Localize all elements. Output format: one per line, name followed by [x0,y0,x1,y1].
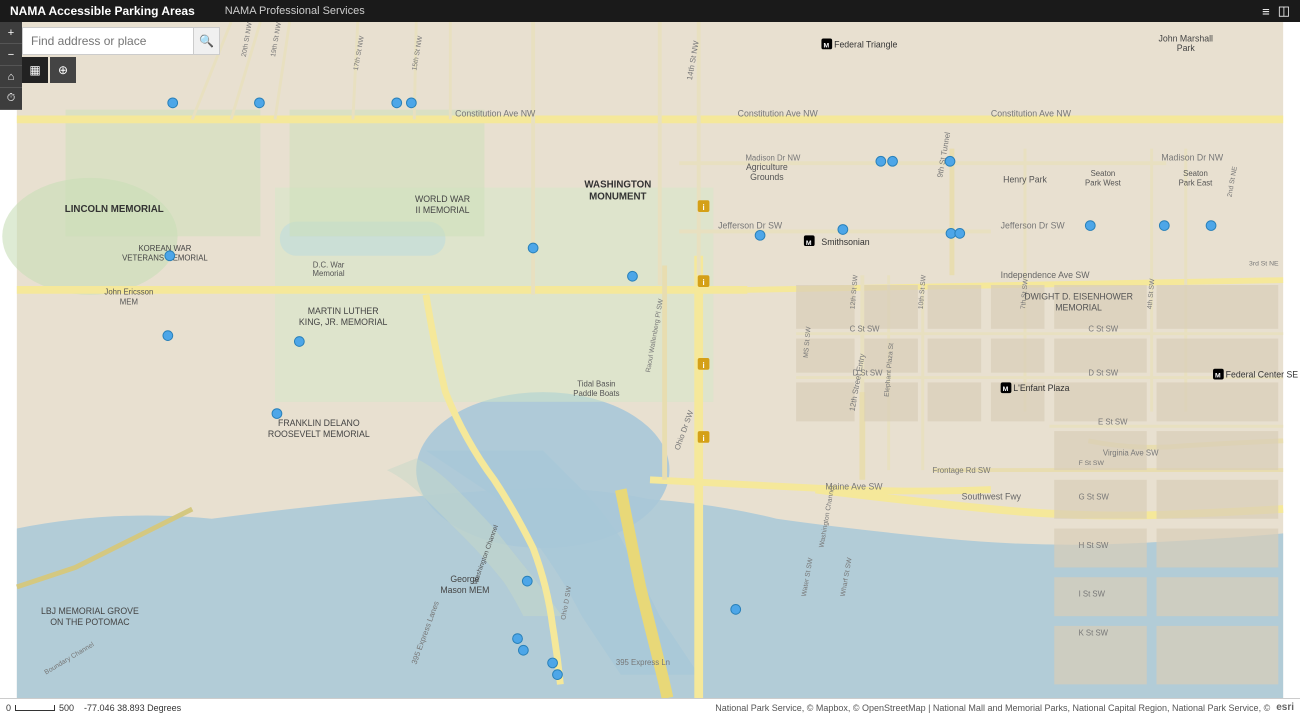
svg-text:ROOSEVELT MEMORIAL: ROOSEVELT MEMORIAL [268,429,370,439]
app-subtitle: NAMA Professional Services [225,5,365,17]
svg-text:G St SW: G St SW [1079,492,1110,501]
svg-text:WORLD WAR: WORLD WAR [415,194,470,204]
svg-text:Mason MEM: Mason MEM [440,585,489,595]
svg-text:i: i [702,203,704,212]
svg-text:i: i [702,361,704,370]
svg-text:LBJ MEMORIAL GROVE: LBJ MEMORIAL GROVE [41,606,139,616]
svg-text:MONUMENT: MONUMENT [589,191,646,202]
layers-icon[interactable]: ◫ [1278,3,1290,19]
svg-text:John Ericsson: John Ericsson [104,288,153,297]
svg-text:MARTIN LUTHER: MARTIN LUTHER [308,306,379,316]
svg-text:Park: Park [1177,43,1196,53]
svg-text:Paddle Boats: Paddle Boats [573,389,619,398]
svg-text:C St SW: C St SW [850,325,880,334]
svg-text:Constitution Ave NW: Constitution Ave NW [738,108,819,118]
zoom-plus-button[interactable]: + [0,22,22,44]
home-button[interactable]: ⌂ [0,66,22,88]
menu-icon[interactable]: ≡ [1262,4,1270,19]
svg-text:M: M [1003,386,1009,393]
svg-text:Tidal Basin: Tidal Basin [577,379,615,388]
svg-text:FRANKLIN DELANO: FRANKLIN DELANO [278,418,360,428]
svg-text:M: M [1215,373,1221,380]
svg-text:Independence Ave SW: Independence Ave SW [1001,270,1091,280]
svg-text:M: M [806,240,812,247]
map-view-button[interactable]: ▦ [22,57,48,83]
svg-text:i: i [702,278,704,287]
svg-text:Henry Park: Henry Park [1003,175,1047,185]
svg-text:Agriculture: Agriculture [746,162,788,172]
map-container[interactable]: Constitution Ave NW Constitution Ave NW … [0,22,1300,698]
svg-text:Seaton: Seaton [1091,169,1116,178]
search-button[interactable]: 🔍 [193,28,219,54]
scale-line [15,705,55,711]
esri-logo: esri [1276,702,1294,713]
search-input[interactable] [23,28,193,54]
svg-text:Park East: Park East [1179,179,1214,188]
svg-text:WASHINGTON: WASHINGTON [584,180,651,191]
svg-text:C St SW: C St SW [1088,325,1118,334]
svg-text:John Marshall: John Marshall [1158,33,1213,43]
svg-text:Federal Triangle: Federal Triangle [834,39,897,49]
time-slider-button[interactable]: ⏱ [0,88,22,110]
svg-text:I St SW: I St SW [1079,590,1106,599]
svg-text:E St SW: E St SW [1098,417,1128,426]
scale-bar: 0 500 [6,703,74,713]
svg-text:395 Express Ln: 395 Express Ln [616,658,670,667]
svg-text:Jefferson Dr SW: Jefferson Dr SW [1001,221,1066,231]
svg-text:MEM: MEM [120,297,138,306]
svg-text:George: George [450,574,479,584]
svg-text:Jefferson Dr SW: Jefferson Dr SW [718,221,783,231]
svg-text:K St SW: K St SW [1079,629,1109,638]
svg-text:Constitution Ave NW: Constitution Ave NW [455,108,536,118]
zoom-minus-button[interactable]: − [0,44,22,66]
svg-text:Madison Dr NW: Madison Dr NW [1161,152,1223,162]
svg-text:Memorial: Memorial [313,269,345,278]
map-type-controls: ▦ ⊕ [22,57,76,83]
left-toolbar: + − ⌂ ⏱ [0,22,22,110]
feature-layer-button[interactable]: ⊕ [50,57,76,83]
svg-text:L'Enfant Plaza: L'Enfant Plaza [1013,383,1069,393]
top-bar: NAMA Accessible Parking Areas NAMA Profe… [0,0,1300,22]
attribution-text: National Park Service, © Mapbox, © OpenS… [715,703,1270,713]
svg-text:DWIGHT D. EISENHOWER: DWIGHT D. EISENHOWER [1024,292,1133,302]
svg-text:D St SW: D St SW [1088,369,1118,378]
scale-label: 0 [6,703,11,713]
svg-text:Grounds: Grounds [750,172,784,182]
bottom-bar: 0 500 -77.046 38.893 Degrees National Pa… [0,698,1300,716]
svg-text:H St SW: H St SW [1079,541,1109,550]
svg-text:Federal Center SE: Federal Center SE [1226,370,1299,380]
svg-text:Constitution Ave NW: Constitution Ave NW [991,108,1072,118]
svg-text:D.C. War: D.C. War [313,260,345,269]
coordinates: -77.046 38.893 Degrees [84,703,181,713]
svg-text:Seaton: Seaton [1183,169,1208,178]
svg-text:MEMORIAL: MEMORIAL [1055,302,1102,312]
map-svg: Constitution Ave NW Constitution Ave NW … [0,22,1300,698]
svg-text:i: i [702,434,704,443]
app-title: NAMA Accessible Parking Areas [10,4,195,18]
search-bar: 🔍 [22,27,220,55]
svg-text:Smithsonian: Smithsonian [821,237,869,247]
svg-text:KING, JR. MEMORIAL: KING, JR. MEMORIAL [299,317,388,327]
svg-text:Park West: Park West [1085,179,1122,188]
scale-value: 500 [59,703,74,713]
svg-text:3rd St NE: 3rd St NE [1249,261,1279,268]
svg-text:II MEMORIAL: II MEMORIAL [416,205,470,215]
svg-text:F St SW: F St SW [1079,460,1105,467]
svg-text:Virginia Ave SW: Virginia Ave SW [1103,448,1159,457]
svg-text:Frontage Rd SW: Frontage Rd SW [932,466,991,475]
svg-text:Southwest Fwy: Southwest Fwy [962,491,1022,501]
svg-text:M: M [823,42,829,49]
svg-text:Madison Dr NW: Madison Dr NW [745,153,801,162]
svg-text:LINCOLN MEMORIAL: LINCOLN MEMORIAL [65,204,164,215]
search-icon: 🔍 [199,34,214,48]
svg-text:KOREAN WAR: KOREAN WAR [138,244,191,253]
top-bar-icons: ≡ ◫ [1262,3,1290,19]
svg-text:ON THE POTOMAC: ON THE POTOMAC [50,617,129,627]
